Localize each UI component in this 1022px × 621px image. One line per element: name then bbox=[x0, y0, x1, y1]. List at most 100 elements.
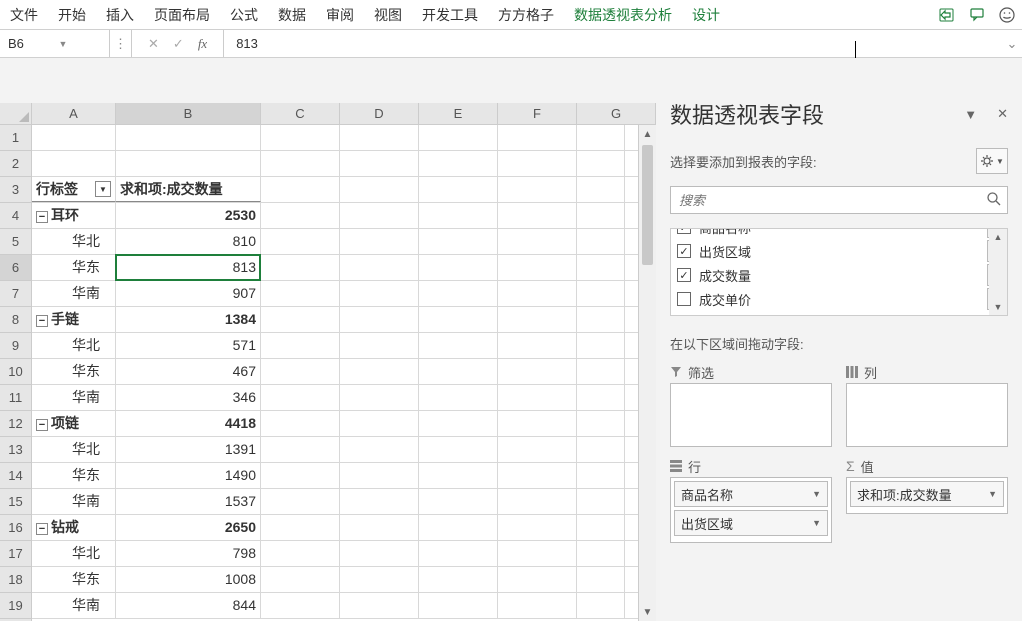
cell[interactable] bbox=[419, 151, 498, 176]
row-header-19[interactable]: 19 bbox=[0, 593, 31, 619]
formula-expand-icon[interactable]: ⌄ bbox=[1002, 30, 1022, 57]
cell[interactable] bbox=[498, 125, 577, 150]
cell[interactable] bbox=[498, 411, 577, 436]
fields-list[interactable]: 商品名称出货区域成交数量成交单价 ▲ ▼ bbox=[670, 228, 1008, 316]
smiley-icon[interactable] bbox=[992, 0, 1022, 30]
cell[interactable]: 求和项:成交数量 bbox=[116, 177, 261, 202]
cell[interactable] bbox=[340, 515, 419, 540]
cell[interactable] bbox=[498, 463, 577, 488]
cell[interactable]: 华南 bbox=[32, 593, 116, 618]
cell[interactable]: 798 bbox=[116, 541, 261, 566]
cell[interactable] bbox=[498, 489, 577, 514]
field-item-1[interactable]: 出货区域 bbox=[671, 239, 1007, 263]
cell[interactable] bbox=[340, 593, 419, 618]
cell[interactable] bbox=[340, 463, 419, 488]
row-header-9[interactable]: 9 bbox=[0, 333, 31, 359]
cell[interactable]: 行标签▼ bbox=[32, 177, 116, 202]
cell[interactable] bbox=[340, 333, 419, 358]
cell[interactable]: 华东 bbox=[32, 359, 116, 384]
cell[interactable] bbox=[340, 385, 419, 410]
cell[interactable] bbox=[419, 593, 498, 618]
cell[interactable] bbox=[577, 567, 625, 592]
cell[interactable] bbox=[577, 229, 625, 254]
cell[interactable] bbox=[419, 229, 498, 254]
select-all-corner[interactable] bbox=[0, 103, 32, 124]
scroll-up-icon[interactable]: ▲ bbox=[989, 229, 1007, 245]
cell[interactable]: 813 bbox=[116, 255, 261, 280]
col-header-A[interactable]: A bbox=[32, 103, 116, 124]
panel-menu-icon[interactable]: ▼ bbox=[964, 107, 977, 122]
row-header-12[interactable]: 12 bbox=[0, 411, 31, 437]
cell[interactable] bbox=[261, 385, 340, 410]
field-search[interactable] bbox=[670, 186, 1008, 214]
row-header-8[interactable]: 8 bbox=[0, 307, 31, 333]
cell[interactable] bbox=[498, 177, 577, 202]
cell[interactable]: 1391 bbox=[116, 437, 261, 462]
cell[interactable] bbox=[261, 255, 340, 280]
cell[interactable]: −耳环 bbox=[32, 203, 116, 228]
col-header-B[interactable]: B bbox=[116, 103, 261, 124]
cell[interactable] bbox=[419, 567, 498, 592]
row-header-11[interactable]: 11 bbox=[0, 385, 31, 411]
cell[interactable]: 华北 bbox=[32, 333, 116, 358]
cell[interactable] bbox=[577, 177, 625, 202]
comments-icon[interactable] bbox=[962, 0, 992, 30]
cell[interactable] bbox=[419, 515, 498, 540]
cell[interactable] bbox=[498, 229, 577, 254]
field-item-0[interactable]: 商品名称 bbox=[671, 228, 1007, 239]
area-tag[interactable]: 商品名称▼ bbox=[674, 481, 828, 507]
cell[interactable] bbox=[577, 333, 625, 358]
fields-scrollbar[interactable]: ▲ ▼ bbox=[989, 229, 1007, 315]
cell[interactable] bbox=[419, 489, 498, 514]
cell[interactable] bbox=[261, 593, 340, 618]
col-header-C[interactable]: C bbox=[261, 103, 340, 124]
scroll-thumb[interactable] bbox=[642, 145, 653, 265]
ribbon-tab-2[interactable]: 插入 bbox=[96, 0, 144, 29]
cell[interactable]: 571 bbox=[116, 333, 261, 358]
cell[interactable]: 4418 bbox=[116, 411, 261, 436]
cell[interactable] bbox=[577, 411, 625, 436]
cell[interactable] bbox=[577, 255, 625, 280]
cell[interactable] bbox=[340, 177, 419, 202]
cell[interactable]: 1384 bbox=[116, 307, 261, 332]
cell[interactable] bbox=[577, 203, 625, 228]
cell[interactable] bbox=[577, 593, 625, 618]
field-checkbox[interactable] bbox=[677, 228, 691, 234]
cell[interactable] bbox=[261, 151, 340, 176]
cell[interactable] bbox=[498, 515, 577, 540]
collapse-icon[interactable]: − bbox=[36, 315, 48, 327]
ribbon-tab-1[interactable]: 开始 bbox=[48, 0, 96, 29]
cell[interactable] bbox=[261, 437, 340, 462]
chevron-down-icon[interactable]: ▼ bbox=[812, 518, 821, 528]
cell[interactable] bbox=[577, 463, 625, 488]
cell[interactable] bbox=[419, 463, 498, 488]
cell[interactable] bbox=[419, 281, 498, 306]
search-icon[interactable] bbox=[986, 191, 1002, 210]
row-header-4[interactable]: 4 bbox=[0, 203, 31, 229]
collapse-icon[interactable]: − bbox=[36, 523, 48, 535]
row-header-7[interactable]: 7 bbox=[0, 281, 31, 307]
ribbon-tab-8[interactable]: 开发工具 bbox=[412, 0, 488, 29]
share-icon[interactable] bbox=[932, 0, 962, 30]
cell[interactable] bbox=[577, 307, 625, 332]
cell[interactable] bbox=[261, 567, 340, 592]
cell[interactable] bbox=[340, 359, 419, 384]
cell[interactable]: 华东 bbox=[32, 463, 116, 488]
row-header-5[interactable]: 5 bbox=[0, 229, 31, 255]
cell[interactable] bbox=[498, 359, 577, 384]
cell[interactable] bbox=[577, 515, 625, 540]
cell[interactable] bbox=[340, 437, 419, 462]
cell[interactable] bbox=[577, 151, 625, 176]
cell[interactable] bbox=[261, 203, 340, 228]
cancel-icon[interactable]: ✕ bbox=[148, 36, 159, 52]
cell[interactable] bbox=[419, 437, 498, 462]
chevron-down-icon[interactable]: ▼ bbox=[988, 489, 997, 499]
filter-dropdown-icon[interactable]: ▼ bbox=[95, 181, 111, 197]
ribbon-tab-7[interactable]: 视图 bbox=[364, 0, 412, 29]
cell[interactable] bbox=[577, 437, 625, 462]
cell[interactable]: 2530 bbox=[116, 203, 261, 228]
cell[interactable] bbox=[32, 151, 116, 176]
cell[interactable] bbox=[498, 567, 577, 592]
close-icon[interactable]: ✕ bbox=[997, 106, 1008, 122]
cell[interactable] bbox=[577, 489, 625, 514]
